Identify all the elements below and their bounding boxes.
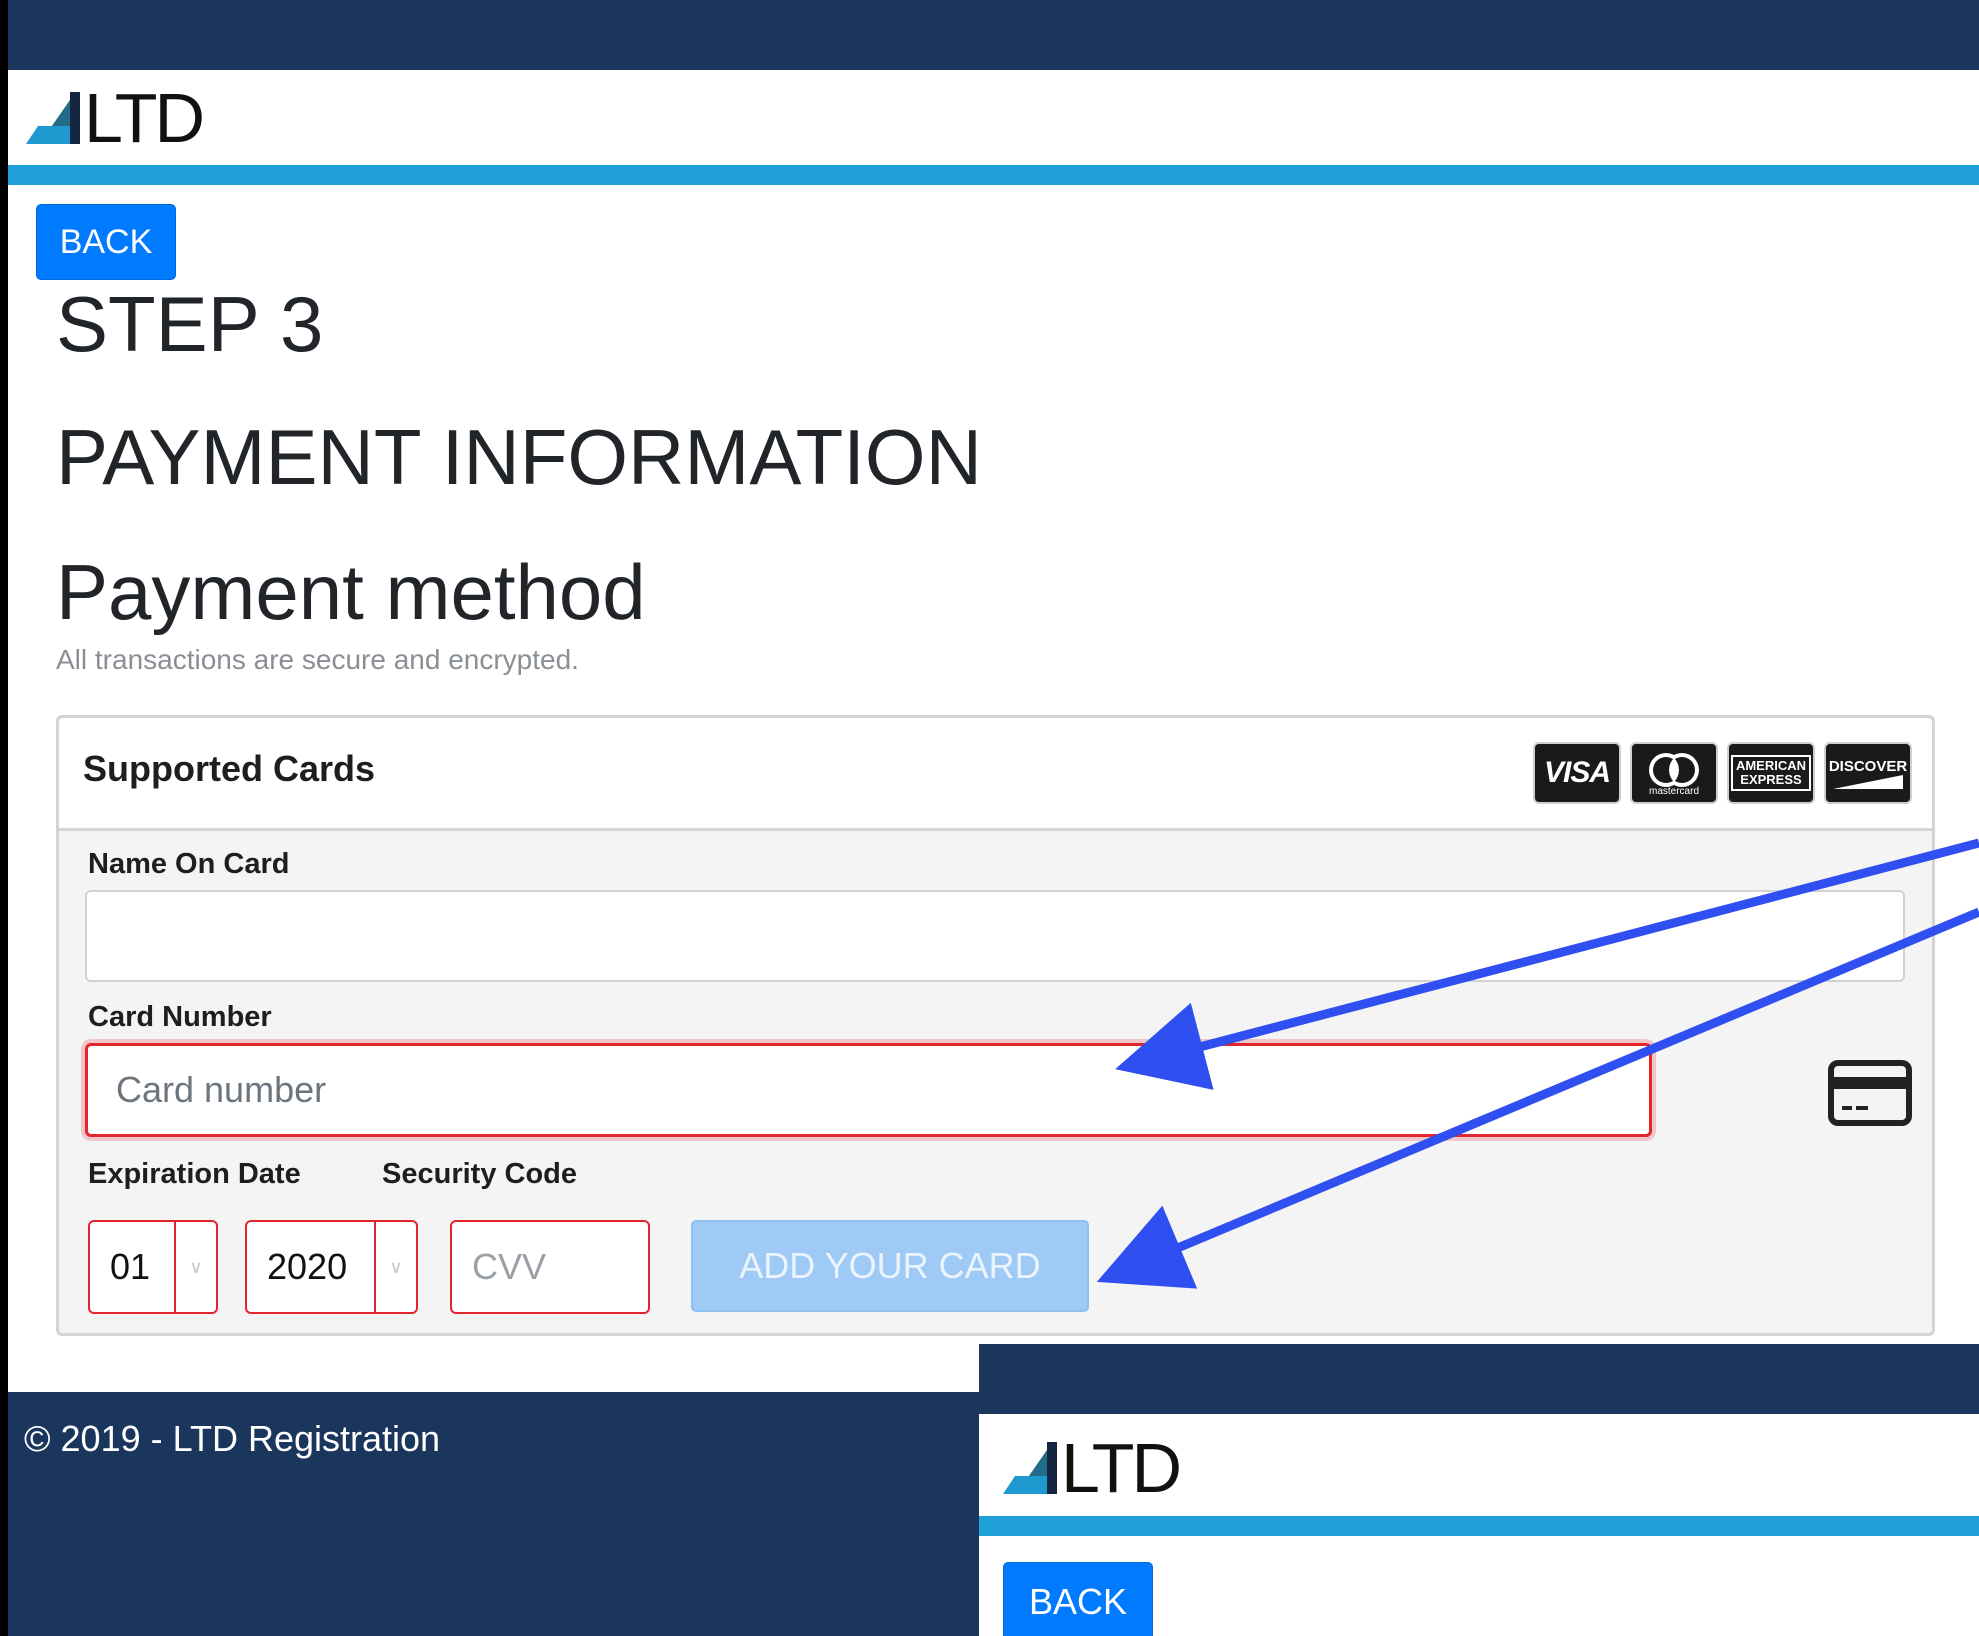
- name-on-card-input[interactable]: [85, 890, 1905, 982]
- inset-ltd-logo: LTD: [1003, 1429, 1182, 1507]
- site-footer: © 2019 - LTD Registration: [8, 1392, 979, 1636]
- inset-screenshot-preview: LTD BACK: [979, 1344, 1979, 1636]
- back-button[interactable]: BACK: [36, 204, 176, 280]
- cvv-placeholder: CVV: [472, 1246, 547, 1287]
- expiration-date-label: Expiration Date: [88, 1158, 301, 1190]
- mastercard-label: mastercard: [1648, 785, 1699, 797]
- header-accent-stripe: [8, 165, 1979, 185]
- security-code-input[interactable]: CVV: [450, 1220, 650, 1314]
- secure-note: All transactions are secure and encrypte…: [56, 644, 579, 675]
- add-your-card-button[interactable]: ADD YOUR CARD: [691, 1220, 1089, 1312]
- ltd-logo[interactable]: LTD: [26, 72, 205, 164]
- discover-logo-icon: DISCOVER: [1824, 742, 1912, 804]
- inset-back-button[interactable]: BACK: [1003, 1562, 1153, 1636]
- footer-copyright: © 2019 - LTD Registration: [24, 1418, 441, 1459]
- step-heading: STEP 3: [56, 280, 324, 368]
- inset-accent-stripe: [979, 1516, 1979, 1536]
- card-number-input[interactable]: [85, 1043, 1652, 1137]
- card-form-panel: Supported Cards VISA mastercard AMERICAN…: [56, 715, 1935, 1336]
- mastercard-circles-icon: [1649, 752, 1699, 787]
- chevron-down-icon: ∨: [174, 1222, 216, 1312]
- inset-top-navy-bar: [979, 1344, 1979, 1414]
- visa-logo-icon: VISA: [1533, 742, 1621, 804]
- credit-card-icon: [1828, 1060, 1912, 1126]
- card-number-label: Card Number: [88, 1001, 272, 1033]
- discover-label: DISCOVER: [1828, 757, 1908, 775]
- payment-information-heading: PAYMENT INFORMATION: [56, 413, 982, 501]
- discover-swoosh-icon: [1833, 774, 1903, 789]
- inset-logo-text: LTD: [1061, 1429, 1182, 1507]
- card-brand-list: VISA mastercard AMERICAN EXPRESS DISCOVE…: [1533, 742, 1912, 804]
- expiration-month-value: 01: [110, 1246, 151, 1287]
- supported-cards-header: Supported Cards VISA mastercard AMERICAN…: [59, 718, 1932, 831]
- expiration-year-value: 2020: [267, 1246, 348, 1287]
- supported-cards-title: Supported Cards: [83, 748, 376, 789]
- amex-logo-icon: AMERICAN EXPRESS: [1727, 742, 1815, 804]
- expiration-year-select[interactable]: 2020 ∨: [245, 1220, 418, 1314]
- site-header: LTD: [8, 70, 1979, 165]
- expiration-month-select[interactable]: 01 ∨: [88, 1220, 218, 1314]
- logo-text: LTD: [84, 79, 205, 157]
- visa-label: VISA: [1543, 756, 1611, 789]
- name-on-card-label: Name On Card: [88, 848, 290, 880]
- chevron-down-icon: ∨: [374, 1222, 416, 1312]
- security-code-label: Security Code: [382, 1158, 577, 1190]
- mastercard-logo-icon: mastercard: [1630, 742, 1718, 804]
- logo-mark-icon: [26, 92, 80, 144]
- amex-label: AMERICAN EXPRESS: [1730, 754, 1812, 792]
- inset-logo-mark-icon: [1003, 1442, 1057, 1494]
- top-navy-bar: [8, 0, 1979, 70]
- browser-viewport: LTD BACK STEP 3 PAYMENT INFORMATION Paym…: [8, 0, 1979, 1636]
- payment-method-heading: Payment method: [56, 548, 646, 636]
